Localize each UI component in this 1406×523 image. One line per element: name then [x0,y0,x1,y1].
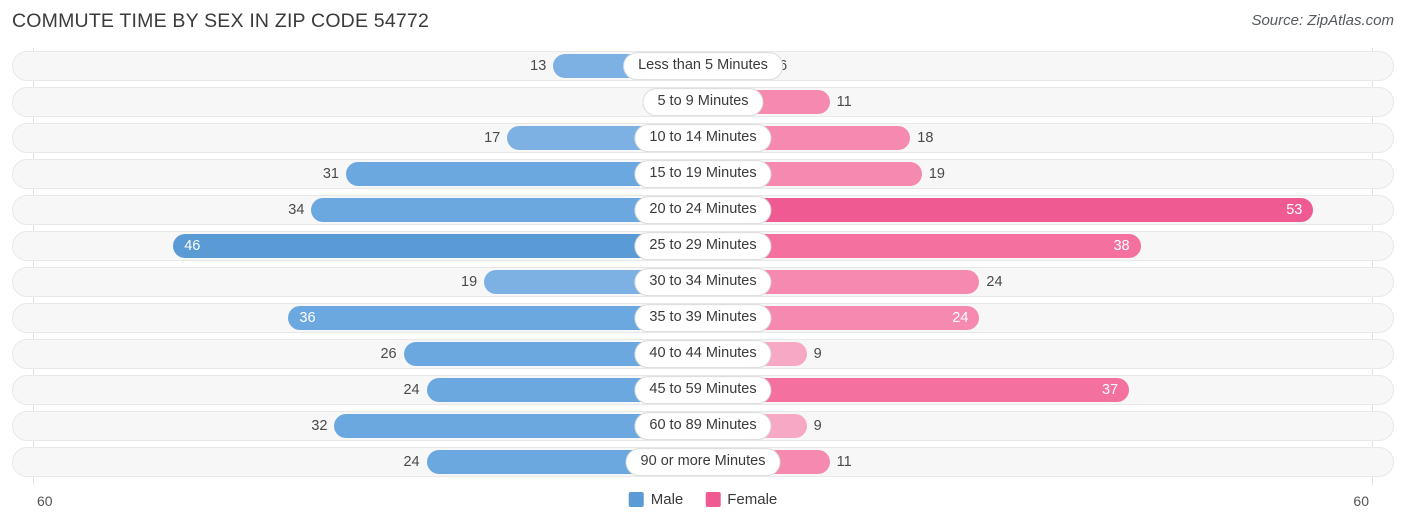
legend-label: Female [727,491,778,508]
chart-row: 32 9 60 to 89 Minutes [0,408,1406,444]
category-label: 25 to 29 Minutes [634,232,772,260]
category-label: 30 to 34 Minutes [634,268,772,296]
chart-plot-area: 136Less than 5 Minutes3115 to 9 Minutes1… [0,48,1406,485]
chart-legend: Male Female [628,491,777,508]
female-value-label: 18 [917,129,934,146]
row-bars: 26 9 40 to 44 Minutes [12,339,1394,369]
row-bars: 31 19 15 to 19 Minutes [12,159,1394,189]
commute-time-chart: COMMUTE TIME BY SEX IN ZIP CODE 54772 So… [0,0,1406,523]
female-bar[interactable]: 53 [703,198,1314,222]
row-bars: 34 53 20 to 24 Minutes [12,195,1394,225]
chart-row: 3115 to 9 Minutes [0,84,1406,120]
male-value-label: 31 [322,165,339,182]
female-value-label: 24 [952,309,969,326]
row-bars: 19 24 30 to 34 Minutes [12,267,1394,297]
legend-swatch-icon [628,492,644,507]
axis-tick-right: 60 [1353,493,1369,509]
female-value-label: 9 [813,345,822,362]
female-value-label: 38 [1113,237,1130,254]
female-value-label: 19 [928,165,945,182]
male-bar[interactable]: 46 [173,234,703,258]
chart-footer: 60 Male Female 60 [0,491,1406,517]
category-label: Less than 5 Minutes [623,52,783,80]
chart-row: 34 53 20 to 24 Minutes [0,192,1406,228]
female-value-label: 53 [1286,201,1303,218]
male-value-label: 19 [461,273,478,290]
row-bars: 32 9 60 to 89 Minutes [12,411,1394,441]
male-value-label: 26 [380,345,397,362]
male-value-label: 17 [484,129,501,146]
row-bars: 24 11 90 or more Minutes [12,447,1394,477]
chart-row: 26 9 40 to 44 Minutes [0,336,1406,372]
chart-rows: 136Less than 5 Minutes3115 to 9 Minutes1… [0,48,1406,480]
female-value-label: 24 [986,273,1003,290]
category-label: 90 or more Minutes [625,448,781,476]
category-label: 20 to 24 Minutes [634,196,772,224]
row-bars: 24 37 45 to 59 Minutes [12,375,1394,405]
legend-item-female[interactable]: Female [705,491,777,508]
male-value-label: 24 [403,381,420,398]
chart-header: COMMUTE TIME BY SEX IN ZIP CODE 54772 So… [0,0,1406,46]
category-label: 40 to 44 Minutes [634,340,772,368]
chart-row: 19 24 30 to 34 Minutes [0,264,1406,300]
row-bars: 46 38 25 to 29 Minutes [12,231,1394,261]
source-attribution: Source: ZipAtlas.com [1251,12,1394,29]
chart-row: 24 37 45 to 59 Minutes [0,372,1406,408]
row-bars: 36 24 35 to 39 Minutes [12,303,1394,333]
male-value-label: 32 [311,417,328,434]
category-label: 15 to 19 Minutes [634,160,772,188]
female-value-label: 9 [813,417,822,434]
chart-row: 36 24 35 to 39 Minutes [0,300,1406,336]
female-value-label: 37 [1101,381,1119,398]
female-value-label: 11 [836,93,852,110]
legend-label: Male [650,491,684,508]
chart-row: 46 38 25 to 29 Minutes [0,228,1406,264]
category-label: 60 to 89 Minutes [634,412,772,440]
axis-tick-left: 60 [37,493,53,509]
row-bars: 3115 to 9 Minutes [12,87,1394,117]
chart-row: 13 6 Less than 5 Minutes [0,48,1406,84]
chart-row: 17 18 10 to 14 Minutes [0,120,1406,156]
legend-item-male[interactable]: Male [628,491,684,508]
male-value-label: 13 [530,57,547,74]
male-value-label: 36 [299,309,316,326]
category-label: 10 to 14 Minutes [634,124,772,152]
female-value-label: 11 [836,453,852,470]
male-value-label: 46 [184,237,201,254]
legend-swatch-icon [705,492,721,507]
chart-row: 31 19 15 to 19 Minutes [0,156,1406,192]
chart-row: 24 11 90 or more Minutes [0,444,1406,480]
category-label: 35 to 39 Minutes [634,304,772,332]
category-label: 5 to 9 Minutes [642,88,764,116]
row-bars: 13 6 Less than 5 Minutes [12,51,1394,81]
row-bars: 17 18 10 to 14 Minutes [12,123,1394,153]
male-value-label: 24 [403,453,420,470]
page-title: COMMUTE TIME BY SEX IN ZIP CODE 54772 [12,10,430,32]
category-label: 45 to 59 Minutes [634,376,772,404]
male-value-label: 34 [288,201,305,218]
